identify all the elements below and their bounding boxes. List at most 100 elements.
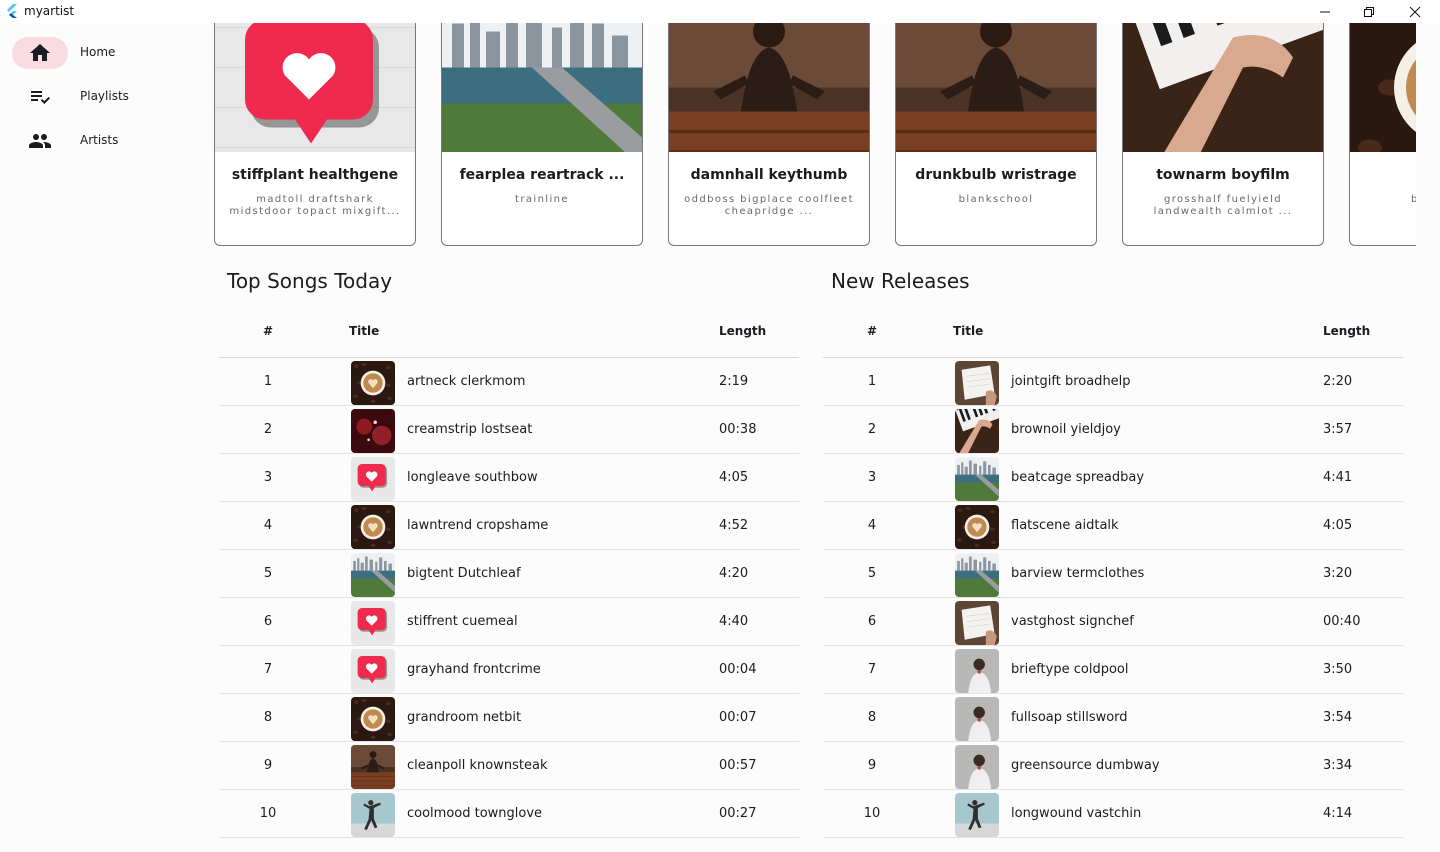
row-number: 1 [263,374,273,389]
table-row[interactable]: 4 flatscene aidtalk 4:05 [823,502,1403,550]
card-image [1123,23,1323,152]
song-length: 00:27 [719,806,757,821]
song-title: greensource dumbway [1011,758,1160,773]
row-number: 9 [263,758,273,773]
song-thumbnail [955,793,999,837]
song-length: 00:04 [719,662,757,677]
table-row[interactable]: 5 bigtent Dutchleaf 4:20 [219,550,799,598]
col-title[interactable]: Title [349,324,379,338]
row-number: 6 [867,614,877,629]
row-number: 7 [263,662,273,677]
song-thumbnail [955,649,999,693]
sidebar: Home Playlists Artists [0,23,200,852]
row-number: 3 [263,470,273,485]
row-number: 4 [867,518,877,533]
song-thumbnail [955,457,999,501]
table-row[interactable]: 3 longleave southbow 4:05 [219,454,799,502]
title-bar: myartist [0,0,1440,23]
table-row[interactable]: 3 beatcage spreadbay 4:41 [823,454,1403,502]
song-thumbnail [955,361,999,405]
song-length: 4:05 [719,470,749,485]
table-row[interactable]: 2 brownoil yieldjoy 3:57 [823,406,1403,454]
playlist-card[interactable]: damnhall keythumb oddboss bigplace coolfl… [668,23,870,246]
people-icon [29,134,51,148]
nav-item-playlists[interactable]: Playlists [12,81,192,113]
table-row[interactable]: 7 grayhand frontcrime 00:04 [219,646,799,694]
nav-item-artists[interactable]: Artists [12,125,192,157]
song-length: 00:38 [719,422,757,437]
minimize-button[interactable] [1302,0,1348,23]
row-number: 8 [263,710,273,725]
col-num[interactable]: # [263,324,273,338]
row-number: 5 [263,566,273,581]
restore-button[interactable] [1346,0,1392,23]
song-thumbnail [955,697,999,741]
song-length: 4:20 [719,566,749,581]
song-title: brownoil yieldjoy [1011,422,1121,437]
song-thumbnail [955,505,999,549]
song-thumbnail [955,601,999,645]
card-title: damnhall keythumb [690,167,848,183]
song-length: 4:52 [719,518,749,533]
song-thumbnail [955,553,999,597]
card-title: stiffplant healthgene [231,167,399,183]
table-row[interactable]: 10 longwound vastchin 4:14 [823,790,1403,838]
nav-label-playlists: Playlists [80,89,129,103]
col-length[interactable]: Length [719,324,766,338]
playlist-card[interactable]: townarm boyfilm grosshalf fuelyield landw… [1122,23,1324,246]
card-subtitle: trainline [515,194,569,205]
table-row[interactable]: 4 lawntrend cropshame 4:52 [219,502,799,550]
song-title: longleave southbow [407,470,538,485]
table-row[interactable]: 10 coolmood townglove 00:27 [219,790,799,838]
card-subtitle: brea prostre [1364,194,1416,206]
table-row[interactable]: 8 grandroom netbit 00:07 [219,694,799,742]
playlist-card[interactable]: fearplea reartrack ... trainline [441,23,643,246]
card-image [215,23,415,152]
song-thumbnail [351,697,395,741]
top-songs-heading: Top Songs Today [227,269,393,293]
song-thumbnail [955,409,999,453]
table-row[interactable]: 9 greensource dumbway 3:34 [823,742,1403,790]
song-length: 3:20 [1323,566,1353,581]
song-title: grandroom netbit [407,710,522,725]
table-row[interactable]: 9 cleanpoll knownsteak 00:57 [219,742,799,790]
col-length[interactable]: Length [1323,324,1370,338]
col-num[interactable]: # [867,324,877,338]
table-row[interactable]: 6 vastghost signchef 00:40 [823,598,1403,646]
nav-item-home[interactable]: Home [12,37,192,69]
table-row[interactable]: 6 stiffrent cuemeal 4:40 [219,598,799,646]
table-row[interactable]: 1 artneck clerkmom 2:19 [219,358,799,406]
song-length: 4:40 [719,614,749,629]
song-length: 00:57 [719,758,757,773]
table-row[interactable]: 5 barview termclothes 3:20 [823,550,1403,598]
card-title: townarm boyfilm [1156,167,1290,183]
window-title: myartist [24,4,75,18]
song-length: 4:05 [1323,518,1353,533]
song-length: 00:07 [719,710,757,725]
song-title: bigtent Dutchleaf [407,566,521,581]
card-title: fatvoi [1358,167,1416,183]
table-row[interactable]: 7 brieftype coldpool 3:50 [823,646,1403,694]
row-number: 5 [867,566,877,581]
table-row[interactable]: 2 creamstrip lostseat 00:38 [219,406,799,454]
playlist-card[interactable]: fatvoi brea prostre [1349,23,1416,246]
row-number: 2 [867,422,877,437]
card-image [1350,23,1416,152]
col-title[interactable]: Title [953,324,983,338]
close-button[interactable] [1392,0,1438,23]
song-title: coolmood townglove [407,806,543,821]
song-thumbnail [351,793,395,837]
table-row[interactable]: 8 fullsoap stillsword 3:54 [823,694,1403,742]
nav-label-home: Home [80,45,116,59]
table-row[interactable]: 1 jointgift broadhelp 2:20 [823,358,1403,406]
song-title: creamstrip lostseat [407,422,533,437]
song-thumbnail [351,409,395,453]
home-icon [30,44,50,61]
flutter-logo-icon [7,4,17,18]
song-length: 4:41 [1323,470,1353,485]
row-number: 10 [863,806,881,821]
playlist-card[interactable]: drunkbulb wristrage blankschool [895,23,1097,246]
playlist-card[interactable]: stiffplant healthgene madtoll draftshark … [214,23,416,246]
song-thumbnail [955,745,999,789]
row-number: 1 [867,374,877,389]
